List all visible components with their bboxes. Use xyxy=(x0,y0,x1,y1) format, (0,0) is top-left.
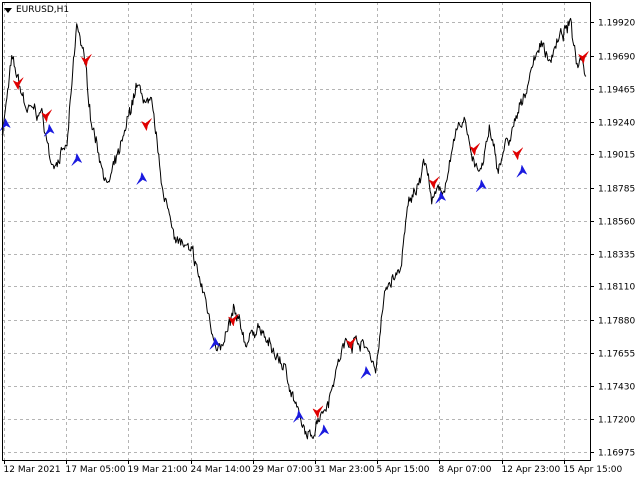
buy-signal-arrow-icon[interactable] xyxy=(0,117,11,131)
buy-signal-arrow-icon[interactable] xyxy=(360,365,372,379)
price-tick-label: 1.18110 xyxy=(598,283,635,293)
price-tick-label: 1.18785 xyxy=(598,185,635,195)
price-tick-label: 1.19920 xyxy=(598,19,635,29)
price-tick-label: 1.17430 xyxy=(598,383,635,393)
time-tick-label: 5 Apr 15:00 xyxy=(377,465,430,475)
price-tick-label: 1.16975 xyxy=(598,449,635,459)
price-tick-label: 1.19240 xyxy=(598,119,635,129)
buy-signal-arrow-icon[interactable] xyxy=(318,424,330,438)
price-tick-label: 1.19690 xyxy=(598,53,635,63)
time-tick-label: 15 Apr 15:00 xyxy=(564,465,623,475)
price-tick-label: 1.17655 xyxy=(598,350,635,360)
signal-arrows xyxy=(0,51,589,438)
price-series xyxy=(1,17,587,440)
price-tick-label: 1.18560 xyxy=(598,218,635,228)
time-tick-label: 31 Mar 23:00 xyxy=(315,465,375,475)
sell-signal-arrow-icon[interactable] xyxy=(512,147,523,161)
buy-signal-arrow-icon[interactable] xyxy=(71,152,83,166)
triangle-down-icon[interactable] xyxy=(4,7,12,13)
price-tick-label: 1.17200 xyxy=(598,416,635,426)
time-tick-label: 29 Mar 07:00 xyxy=(253,465,313,475)
buy-signal-arrow-icon[interactable] xyxy=(136,171,148,185)
buy-signal-arrow-icon[interactable] xyxy=(293,409,305,423)
price-tick-label: 1.18335 xyxy=(598,251,635,261)
price-chart[interactable]: 1.16975 1.17200 1.17430 1.17655 1.17880 1.181… xyxy=(0,0,640,480)
time-tick-label: 24 Mar 14:00 xyxy=(191,465,251,475)
time-tick-label: 19 Mar 21:00 xyxy=(128,465,188,475)
buy-signal-arrow-icon[interactable] xyxy=(516,164,528,178)
sell-signal-arrow-icon[interactable] xyxy=(345,337,357,351)
symbol-timeframe-header[interactable]: EURUSD,H1 xyxy=(4,3,69,17)
price-tick-label: 1.17880 xyxy=(598,317,635,327)
time-tick-label: 17 Mar 05:00 xyxy=(66,465,126,475)
price-line xyxy=(1,17,587,440)
time-tick-label: 12 Apr 23:00 xyxy=(502,465,561,475)
grid xyxy=(2,2,590,460)
sell-signal-arrow-icon[interactable] xyxy=(577,51,589,65)
time-tick-label: 12 Mar 2021 xyxy=(4,465,61,475)
time-tick-label: 8 Apr 07:00 xyxy=(439,465,492,475)
chart-window[interactable]: 1.16975 1.17200 1.17430 1.17655 1.17880 1.181… xyxy=(0,0,640,480)
buy-signal-arrow-icon[interactable] xyxy=(43,123,55,137)
buy-signal-arrow-icon[interactable] xyxy=(476,179,487,192)
price-tick-label: 1.19015 xyxy=(598,151,635,161)
price-tick-label: 1.19465 xyxy=(598,86,635,96)
axes: 1.16975 1.17200 1.17430 1.17655 1.17880 1.181… xyxy=(2,2,635,475)
sell-signal-arrow-icon[interactable] xyxy=(140,118,152,132)
symbol-timeframe-label: EURUSD,H1 xyxy=(16,5,70,15)
buy-signal-arrow-icon[interactable] xyxy=(435,190,447,204)
